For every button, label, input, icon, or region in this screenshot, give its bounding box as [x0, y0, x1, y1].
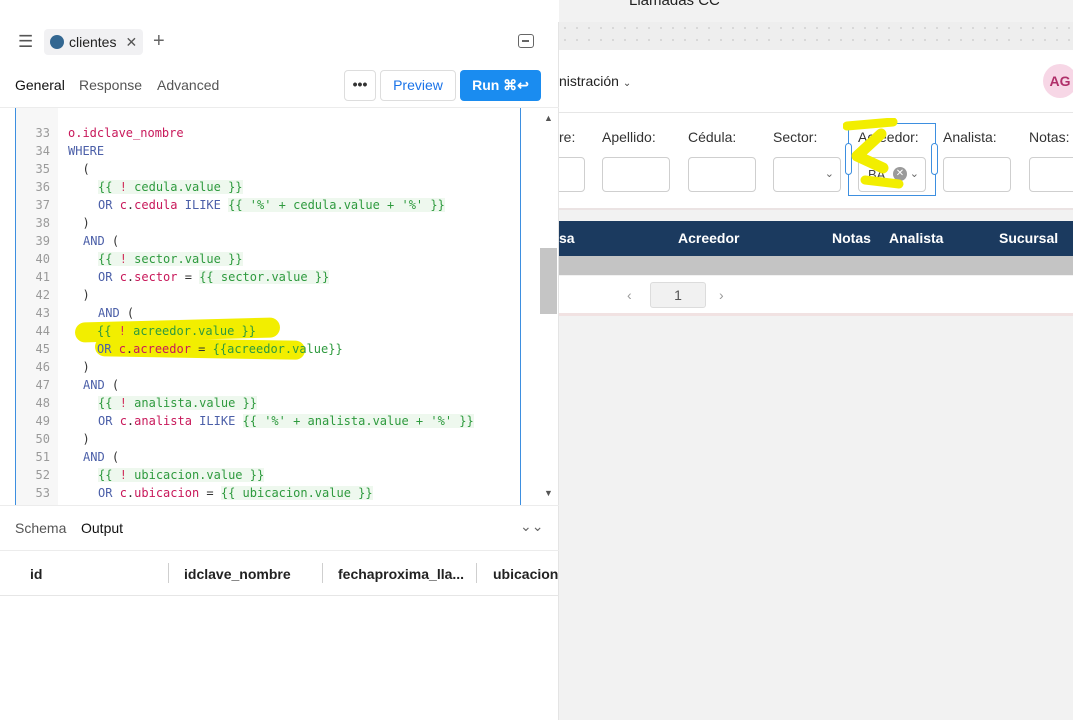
code-line: 51 AND (: [35, 450, 120, 464]
postgres-icon: [50, 35, 64, 49]
column-header[interactable]: Analista: [889, 230, 943, 246]
query-tab-clientes[interactable]: clientes ✕: [44, 29, 144, 55]
scroll-up-icon[interactable]: ▲: [544, 113, 553, 123]
filter-sector: Sector: ⌄: [773, 129, 841, 192]
filter-cedula: Cédula:: [688, 129, 756, 192]
notas-input[interactable]: [1029, 157, 1073, 192]
filter-label: Notas:: [1029, 129, 1070, 145]
scrollbar-thumb[interactable]: [540, 248, 557, 314]
canvas-dotted-area: [559, 22, 1073, 50]
column-header[interactable]: fechaproxima_lla...: [338, 566, 466, 582]
code-line: 33: [35, 126, 50, 140]
analista-input[interactable]: [943, 157, 1011, 192]
code-line: 35 (: [35, 162, 90, 176]
menu-icon[interactable]: ☰: [18, 32, 33, 52]
code-line: 49 OR c.analista ILIKE {{ '%' + analista.…: [35, 414, 474, 428]
filter-nombre: re:: [549, 129, 585, 192]
query-toolbar: General Response Advanced ••• Preview Ru…: [0, 62, 559, 108]
results-table-header: id idclave_nombre fechaproxima_lla... ub…: [0, 550, 559, 596]
tab-schema[interactable]: Schema: [15, 520, 66, 536]
column-header[interactable]: id: [30, 566, 42, 582]
column-header[interactable]: Acreedor: [678, 230, 739, 246]
code-line: 37 OR c.cedula ILIKE {{ '%' + cedula.valu…: [35, 198, 445, 212]
editor-scrollbar[interactable]: ▲ ▼: [540, 108, 557, 505]
code-line: 47 AND (: [35, 378, 120, 392]
tab-advanced[interactable]: Advanced: [157, 77, 219, 93]
nav-menu[interactable]: nistración ⌄: [559, 73, 631, 89]
code-line: {{ ! acreedor.value }}: [97, 324, 256, 338]
filter-label: Sector:: [773, 129, 818, 145]
column-header[interactable]: sa: [559, 230, 575, 246]
highlight-mark: [843, 118, 904, 189]
column-header[interactable]: ubicacion: [493, 566, 559, 582]
results-tabbar: Schema Output ⌄⌄: [0, 505, 559, 550]
sector-select[interactable]: ⌄: [773, 157, 841, 192]
chevron-down-icon: ⌄: [622, 78, 632, 89]
page-number[interactable]: 1: [650, 282, 706, 308]
filter-label: Cédula:: [688, 129, 737, 145]
column-header[interactable]: Notas: [832, 230, 871, 246]
filter-label: Analista:: [943, 129, 997, 145]
filter-notas: Notas:: [1029, 129, 1073, 192]
next-page-icon[interactable]: ›: [719, 287, 724, 303]
table-header: sa Acreedor Notas Analista Sucursal: [559, 221, 1073, 256]
code-line: OR c.acreedor = {{acreedor.value}}: [97, 342, 343, 356]
app-preview: Llamadas CC nistración ⌄ AG re: Apellido…: [549, 0, 1073, 720]
add-query-icon[interactable]: +: [153, 30, 165, 53]
tab-response[interactable]: Response: [79, 77, 142, 93]
cedula-input[interactable]: [688, 157, 756, 192]
code-line: 34 WHERE: [35, 144, 105, 158]
preview-button[interactable]: Preview: [380, 70, 456, 101]
column-header[interactable]: Sucursal: [999, 230, 1058, 246]
run-button[interactable]: Run ⌘↩: [460, 70, 541, 101]
filter-apellido: Apellido:: [602, 129, 670, 192]
resize-handle-right[interactable]: [931, 143, 938, 175]
more-options-button[interactable]: •••: [344, 70, 376, 101]
avatar[interactable]: AG: [1043, 64, 1073, 98]
code-line: 39 AND (: [35, 234, 120, 248]
apellido-input[interactable]: [602, 157, 670, 192]
code-line: 46 ): [35, 360, 90, 374]
column-divider: [476, 563, 477, 583]
filter-label: Apellido:: [602, 129, 656, 145]
filter-label: re:: [559, 129, 576, 145]
code-line: 41 OR c.sector = {{ sector.value }}: [35, 270, 330, 284]
code-line: 53 OR c.ubicacion = {{ ubicacion.value }}: [35, 486, 373, 500]
column-divider: [322, 563, 323, 583]
code-line: o.idclave_nombre: [68, 126, 184, 140]
close-icon[interactable]: ✕: [125, 34, 137, 51]
pagination: ‹ 1 ›: [559, 276, 1073, 316]
code-editor[interactable]: o.idclave_nombre 33 34 WHERE 35 ( 36{{ ! …: [15, 108, 521, 505]
tab-output[interactable]: Output: [81, 520, 123, 536]
column-header[interactable]: idclave_nombre: [184, 566, 291, 582]
code-line: 38 ): [35, 216, 90, 230]
horizontal-scrollbar[interactable]: [559, 256, 1073, 275]
prev-page-icon[interactable]: ‹: [627, 287, 632, 303]
filter-analista: Analista:: [943, 129, 1011, 192]
code-line: 48{{ ! analista.value }}: [35, 396, 257, 410]
query-tabbar: ☰ clientes ✕ +: [0, 22, 559, 62]
app-title: Llamadas CC: [629, 0, 720, 9]
filter-bar: re: Apellido: Cédula: Sector: ⌄ Acreedor…: [549, 113, 1073, 210]
tab-general[interactable]: General: [15, 77, 65, 93]
collapse-chevron-icon[interactable]: ⌄⌄: [520, 518, 543, 535]
code-line: 40{{ ! sector.value }}: [35, 252, 243, 266]
nav-menu-label: nistración: [559, 73, 619, 89]
code-line: 50 ): [35, 432, 90, 446]
query-editor-panel: ☰ clientes ✕ + General Response Advanced…: [0, 0, 559, 720]
query-tab-label: clientes: [69, 34, 117, 50]
app-header: nistración ⌄ AG: [559, 50, 1073, 113]
chevron-down-icon: ⌄: [824, 168, 834, 180]
column-divider: [168, 563, 169, 583]
code-line: 42 ): [35, 288, 90, 302]
scroll-down-icon[interactable]: ▼: [544, 488, 553, 498]
code-line: 36{{ ! cedula.value }}: [35, 180, 243, 194]
collapse-panel-icon[interactable]: [518, 34, 534, 48]
code-line: 52{{ ! ubicacion.value }}: [35, 468, 265, 482]
